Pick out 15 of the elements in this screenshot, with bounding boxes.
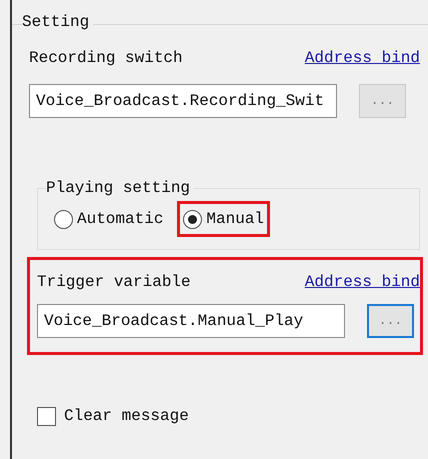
radio-button[interactable]	[54, 210, 73, 228]
address-bind-link[interactable]: Address bind	[304, 270, 420, 294]
radio-button[interactable]	[183, 210, 202, 228]
checkbox[interactable]	[37, 406, 56, 426]
field-label: Trigger variable	[37, 272, 191, 293]
radio-label: Automatic	[77, 209, 164, 230]
checkbox-label: Clear message	[64, 406, 189, 427]
field-label: Recording switch	[29, 48, 183, 69]
radio-option[interactable]: Automatic	[50, 203, 168, 235]
text-field[interactable]: Voice_Broadcast.Recording_Swit	[29, 84, 337, 118]
group-title: Setting	[22, 13, 94, 31]
text-field[interactable]: Voice_Broadcast.Manual_Play	[37, 304, 345, 338]
address-bind-link[interactable]: Address bind	[304, 46, 420, 70]
radio-label: Manual	[206, 209, 264, 230]
radio-option[interactable]: Manual	[179, 203, 268, 235]
